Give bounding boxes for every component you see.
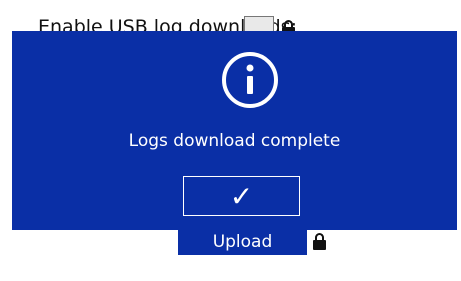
usb-log-row: Enable USB log downloads: <box>0 8 461 32</box>
upload-settings-button[interactable]: Upload settings <box>178 229 307 278</box>
usb-log-checkbox[interactable] <box>244 16 274 32</box>
lock-icon <box>313 233 326 250</box>
info-icon <box>222 52 278 108</box>
confirm-button[interactable]: ✓ <box>183 176 300 216</box>
dialog-message: Logs download complete <box>128 131 341 151</box>
checkmark-icon: ✓ <box>229 180 254 212</box>
logs-download-dialog: Logs download complete ✓ <box>12 31 457 230</box>
